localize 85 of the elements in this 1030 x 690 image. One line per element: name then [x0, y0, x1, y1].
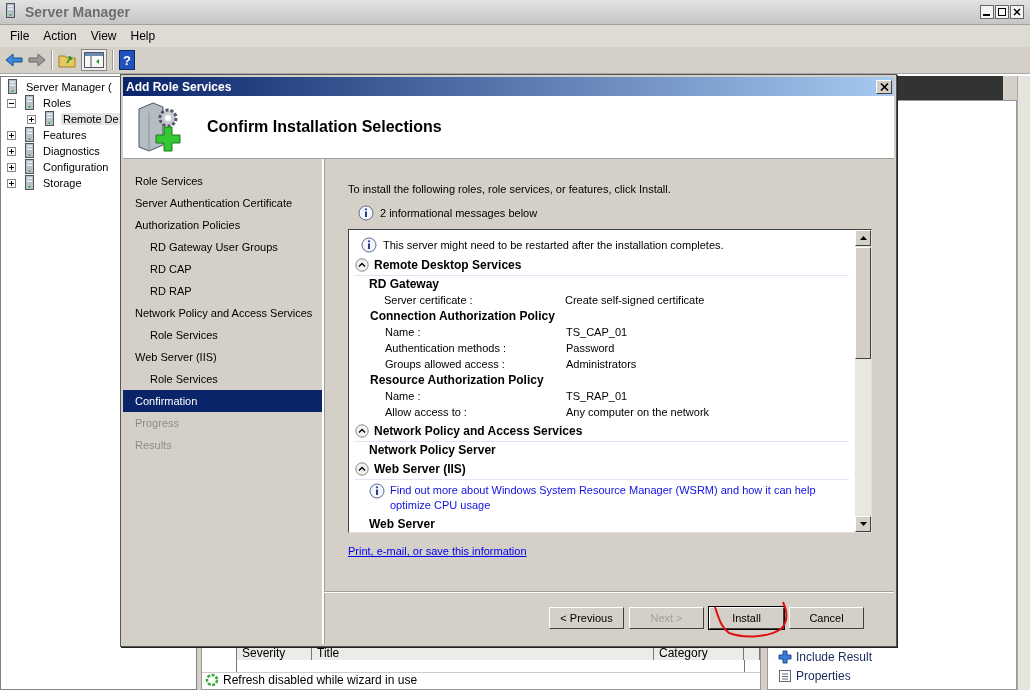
info-text: This server might need to be restarted after the installation completes. — [383, 238, 724, 251]
back-arrow-icon[interactable] — [5, 52, 23, 68]
property-value: Any computer on the network — [566, 405, 710, 420]
group-title: Network Policy Server — [369, 442, 497, 458]
close-button[interactable] — [876, 79, 892, 94]
action-link[interactable]: Include Result — [796, 650, 873, 664]
collapse-icon[interactable] — [7, 98, 16, 108]
property-value: Create self-signed certificate — [565, 293, 705, 308]
tree-item[interactable]: Features — [41, 129, 89, 141]
down-arrow-icon — [859, 522, 867, 526]
tree-item[interactable]: Storage — [41, 177, 84, 189]
wizard-step[interactable]: RD RAP — [123, 280, 322, 302]
message-count: 2 informational messages below — [380, 207, 538, 219]
maximize-icon[interactable] — [995, 5, 1009, 19]
wizard-step[interactable]: Server Authentication Certificate — [123, 192, 322, 214]
wizard-step[interactable]: Role Services — [123, 368, 322, 390]
refresh-icon — [205, 673, 219, 687]
menu-item[interactable]: Help — [123, 29, 163, 43]
group-title: Connection Authorization Policy — [370, 308, 556, 324]
window-title: Server Manager — [25, 4, 131, 20]
section-title: Remote Desktop Services — [374, 257, 522, 272]
tree-item[interactable]: Configuration — [41, 161, 111, 173]
wizard-step[interactable]: Web Server (IIS) — [123, 346, 322, 368]
collapse-icon[interactable] — [355, 423, 369, 438]
print-link[interactable]: Print, e-mail, or save this information — [348, 545, 527, 557]
wizard-button[interactable]: Install — [709, 607, 784, 629]
wizard-button[interactable]: Cancel — [789, 607, 864, 629]
dialog-title: Add Role Services — [126, 79, 232, 94]
plus-icon — [778, 650, 792, 664]
properties-icon — [778, 669, 792, 683]
server-plus-icon — [135, 101, 183, 153]
close-icon — [879, 82, 889, 91]
scrollbar[interactable] — [855, 230, 871, 532]
property-value: TS_RAP_01 — [566, 389, 628, 404]
tree-item[interactable]: Server Manager ( — [24, 81, 114, 93]
action-link[interactable]: Properties — [796, 669, 851, 683]
expand-icon[interactable] — [27, 114, 36, 124]
property-value: Password — [566, 341, 615, 356]
expand-icon[interactable] — [7, 178, 16, 188]
up-arrow-icon — [859, 236, 867, 240]
wizard-step[interactable]: Network Policy and Access Services — [123, 302, 322, 324]
tree-item[interactable]: Diagnostics — [41, 145, 102, 157]
property-label: Authentication methods : — [385, 341, 508, 356]
status-text: Refresh disabled while wizard in use — [223, 673, 418, 687]
expand-icon[interactable] — [7, 162, 16, 172]
help-button[interactable]: ? — [119, 50, 135, 70]
wizard-step[interactable]: RD Gateway User Groups — [123, 236, 322, 258]
section-title: Web Server (IIS) — [374, 461, 466, 476]
wizard-button[interactable]: < Previous — [549, 607, 624, 629]
show-pane-icon[interactable] — [84, 52, 104, 68]
minimize-icon[interactable] — [980, 5, 994, 19]
property-value: TS_CAP_01 — [566, 325, 628, 340]
forward-arrow-icon[interactable] — [28, 52, 46, 68]
collapse-icon[interactable] — [355, 461, 369, 476]
wizard-step[interactable]: Role Services — [123, 170, 322, 192]
info-link[interactable]: Find out more about Windows System Resource Manager (WSRM) and how it can help optimize CPU usage — [390, 483, 849, 513]
property-label: Name : — [385, 389, 422, 404]
menu-item[interactable]: View — [83, 29, 124, 43]
property-label: Name : — [385, 325, 422, 340]
tree-item[interactable]: Roles — [41, 97, 74, 109]
wizard-step[interactable]: Role Services — [123, 324, 322, 346]
expand-icon[interactable] — [7, 130, 16, 140]
expand-icon[interactable] — [7, 146, 16, 156]
menu-item[interactable]: File — [3, 29, 37, 43]
wizard-step[interactable]: Confirmation — [123, 390, 322, 412]
group-title: Web Server — [369, 516, 436, 532]
wizard-step[interactable]: Authorization Policies — [123, 214, 322, 236]
wizard-step[interactable]: RD CAP — [123, 258, 322, 280]
property-value: Administrators — [566, 357, 637, 372]
group-title: Resource Authorization Policy — [370, 372, 545, 388]
collapse-icon[interactable] — [355, 257, 369, 272]
group-title: RD Gateway — [369, 276, 441, 292]
close-icon[interactable] — [1010, 5, 1024, 19]
scrollbar[interactable] — [1017, 76, 1030, 690]
property-label: Allow access to : — [385, 405, 468, 420]
menu-item[interactable]: Action — [36, 29, 84, 43]
tree-item[interactable]: Remote De — [61, 113, 121, 125]
info-icon — [361, 236, 377, 253]
property-label: Server certificate : — [384, 293, 474, 308]
property-label: Groups allowed access : — [385, 357, 506, 372]
dialog-heading: Confirm Installation Selections — [207, 118, 442, 136]
info-icon — [369, 483, 385, 499]
intro-text: To install the following roles, role services, or features, click Install. — [348, 183, 672, 195]
section-title: Network Policy and Access Services — [374, 423, 583, 438]
info-icon — [358, 205, 374, 221]
